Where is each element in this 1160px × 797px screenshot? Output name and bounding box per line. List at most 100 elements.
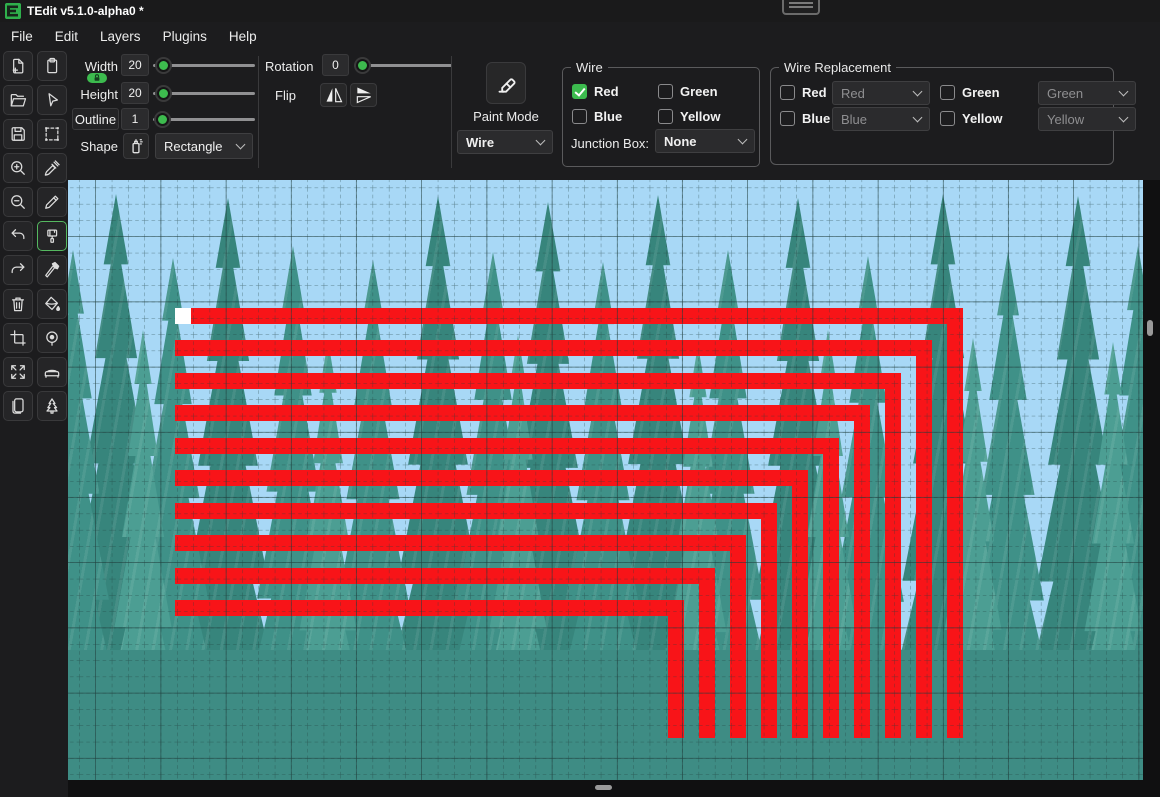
replace-red-value: Red bbox=[841, 85, 865, 101]
picker-tool-button[interactable] bbox=[37, 153, 67, 183]
width-slider-thumb[interactable] bbox=[157, 59, 170, 72]
bench-tool-button[interactable] bbox=[37, 357, 67, 387]
size-lock-toggle[interactable] bbox=[87, 73, 107, 83]
tree-icon bbox=[46, 398, 58, 414]
card-icon bbox=[12, 398, 24, 414]
menubar: File Edit Layers Plugins Help bbox=[0, 22, 1160, 50]
width-input[interactable]: 20 bbox=[121, 54, 149, 76]
wire-green-label: Green bbox=[680, 84, 718, 99]
outline-slider-thumb[interactable] bbox=[156, 113, 169, 126]
chevron-down-icon bbox=[737, 134, 748, 145]
fill-tool-button[interactable] bbox=[37, 289, 67, 319]
wire-green-checkbox[interactable] bbox=[658, 84, 673, 99]
chevron-down-icon bbox=[535, 135, 546, 146]
rotation-input[interactable]: 0 bbox=[322, 54, 349, 76]
replace-yellow-label: Yellow bbox=[962, 111, 1003, 126]
bucket-icon bbox=[45, 296, 61, 311]
height-slider-thumb[interactable] bbox=[157, 87, 170, 100]
wire-group: Wire Red Green Blue Yellow Junction Box: No… bbox=[562, 60, 760, 167]
shape-dropdown-value: Rectangle bbox=[164, 138, 223, 154]
crop-button[interactable] bbox=[3, 323, 33, 353]
tree-tool-button[interactable] bbox=[37, 391, 67, 421]
spray-can-icon bbox=[132, 139, 143, 154]
width-label: Width bbox=[84, 59, 118, 74]
spray-button[interactable] bbox=[123, 133, 149, 159]
replace-blue-checkbox[interactable] bbox=[780, 111, 795, 126]
paint-mode-dropdown[interactable]: Wire bbox=[457, 130, 553, 154]
floppy-icon bbox=[11, 127, 25, 141]
tool-sidebar bbox=[0, 50, 68, 797]
wire-yellow-checkbox[interactable] bbox=[658, 109, 673, 124]
outline-input[interactable]: 1 bbox=[121, 108, 149, 130]
replace-blue-dropdown[interactable]: Blue bbox=[832, 107, 930, 131]
replace-red-checkbox[interactable] bbox=[780, 85, 795, 100]
pin-icon bbox=[46, 331, 58, 346]
selection-tool-button[interactable] bbox=[37, 119, 67, 149]
point-tool-button[interactable] bbox=[37, 323, 67, 353]
vertical-scrollbar-thumb[interactable] bbox=[1147, 320, 1153, 336]
paste-button[interactable] bbox=[37, 51, 67, 81]
sprite-tool-button[interactable] bbox=[3, 391, 33, 421]
replace-red-dropdown[interactable]: Red bbox=[832, 81, 930, 105]
replace-yellow-checkbox[interactable] bbox=[940, 111, 955, 126]
zoom-out-icon bbox=[11, 195, 25, 209]
undo-icon bbox=[11, 229, 25, 240]
horizontal-scrollbar-thumb[interactable] bbox=[595, 785, 612, 790]
pencil-tool-button[interactable] bbox=[37, 187, 67, 217]
app-logo-icon bbox=[5, 3, 21, 19]
delete-button[interactable] bbox=[3, 289, 33, 319]
replace-green-label: Green bbox=[962, 85, 1000, 100]
rotation-slider-thumb[interactable] bbox=[356, 59, 369, 72]
window-title: TEdit v5.1.0-alpha0 * bbox=[27, 4, 144, 18]
zoom-in-icon bbox=[11, 161, 25, 175]
junction-box-dropdown[interactable]: None bbox=[655, 129, 755, 153]
toolbar-divider bbox=[258, 56, 259, 168]
chevron-down-icon bbox=[912, 112, 923, 123]
open-world-button[interactable] bbox=[3, 85, 33, 115]
wire-red-checkbox[interactable] bbox=[572, 84, 587, 99]
flip-horizontal-icon bbox=[326, 88, 342, 103]
arrow-tool-button[interactable] bbox=[37, 85, 67, 115]
crop-icon bbox=[10, 330, 26, 346]
hammer-tool-button[interactable] bbox=[37, 255, 67, 285]
clipboard-icon bbox=[47, 57, 58, 74]
zoom-in-button[interactable] bbox=[3, 153, 33, 183]
replace-green-checkbox[interactable] bbox=[940, 85, 955, 100]
wire-blue-checkbox[interactable] bbox=[572, 109, 587, 124]
wire-replacement-title: Wire Replacement bbox=[779, 60, 896, 75]
flip-vertical-button[interactable] bbox=[350, 83, 377, 107]
fit-view-button[interactable] bbox=[3, 357, 33, 387]
flip-vertical-icon bbox=[356, 87, 371, 104]
titlebar: TEdit v5.1.0-alpha0 * bbox=[0, 0, 1160, 22]
replace-yellow-value: Yellow bbox=[1047, 111, 1085, 127]
replace-green-value: Green bbox=[1047, 85, 1084, 101]
menu-item-file[interactable]: File bbox=[8, 27, 36, 46]
new-world-button[interactable] bbox=[3, 51, 33, 81]
toolbar: Width 20 Height 20 Outline 1 Shape Recta… bbox=[68, 50, 1160, 180]
wire-red-label: Red bbox=[594, 84, 619, 99]
tile-grid-overlay bbox=[68, 180, 1143, 780]
replace-blue-value: Blue bbox=[841, 111, 868, 127]
eraser-mode-button[interactable] bbox=[486, 62, 526, 104]
height-input[interactable]: 20 bbox=[121, 82, 149, 104]
select-rect-icon bbox=[45, 127, 59, 141]
shape-dropdown[interactable]: Rectangle bbox=[155, 133, 253, 159]
redo-button[interactable] bbox=[3, 255, 33, 285]
menu-item-plugins[interactable]: Plugins bbox=[160, 27, 210, 46]
world-canvas[interactable] bbox=[68, 180, 1143, 780]
window-drag-handle[interactable] bbox=[782, 0, 820, 15]
replace-red-label: Red bbox=[802, 85, 827, 100]
trash-icon bbox=[11, 297, 25, 312]
menu-item-help[interactable]: Help bbox=[226, 27, 260, 46]
menu-item-edit[interactable]: Edit bbox=[52, 27, 81, 46]
replace-yellow-dropdown[interactable]: Yellow bbox=[1038, 107, 1136, 131]
menu-item-layers[interactable]: Layers bbox=[97, 27, 144, 46]
replace-green-dropdown[interactable]: Green bbox=[1038, 81, 1136, 105]
save-world-button[interactable] bbox=[3, 119, 33, 149]
paint-mode-label: Paint Mode bbox=[473, 109, 539, 124]
zoom-out-button[interactable] bbox=[3, 187, 33, 217]
outline-toggle[interactable]: Outline bbox=[72, 108, 119, 130]
flip-horizontal-button[interactable] bbox=[320, 83, 347, 107]
brush-tool-button[interactable] bbox=[37, 221, 67, 251]
undo-button[interactable] bbox=[3, 221, 33, 251]
